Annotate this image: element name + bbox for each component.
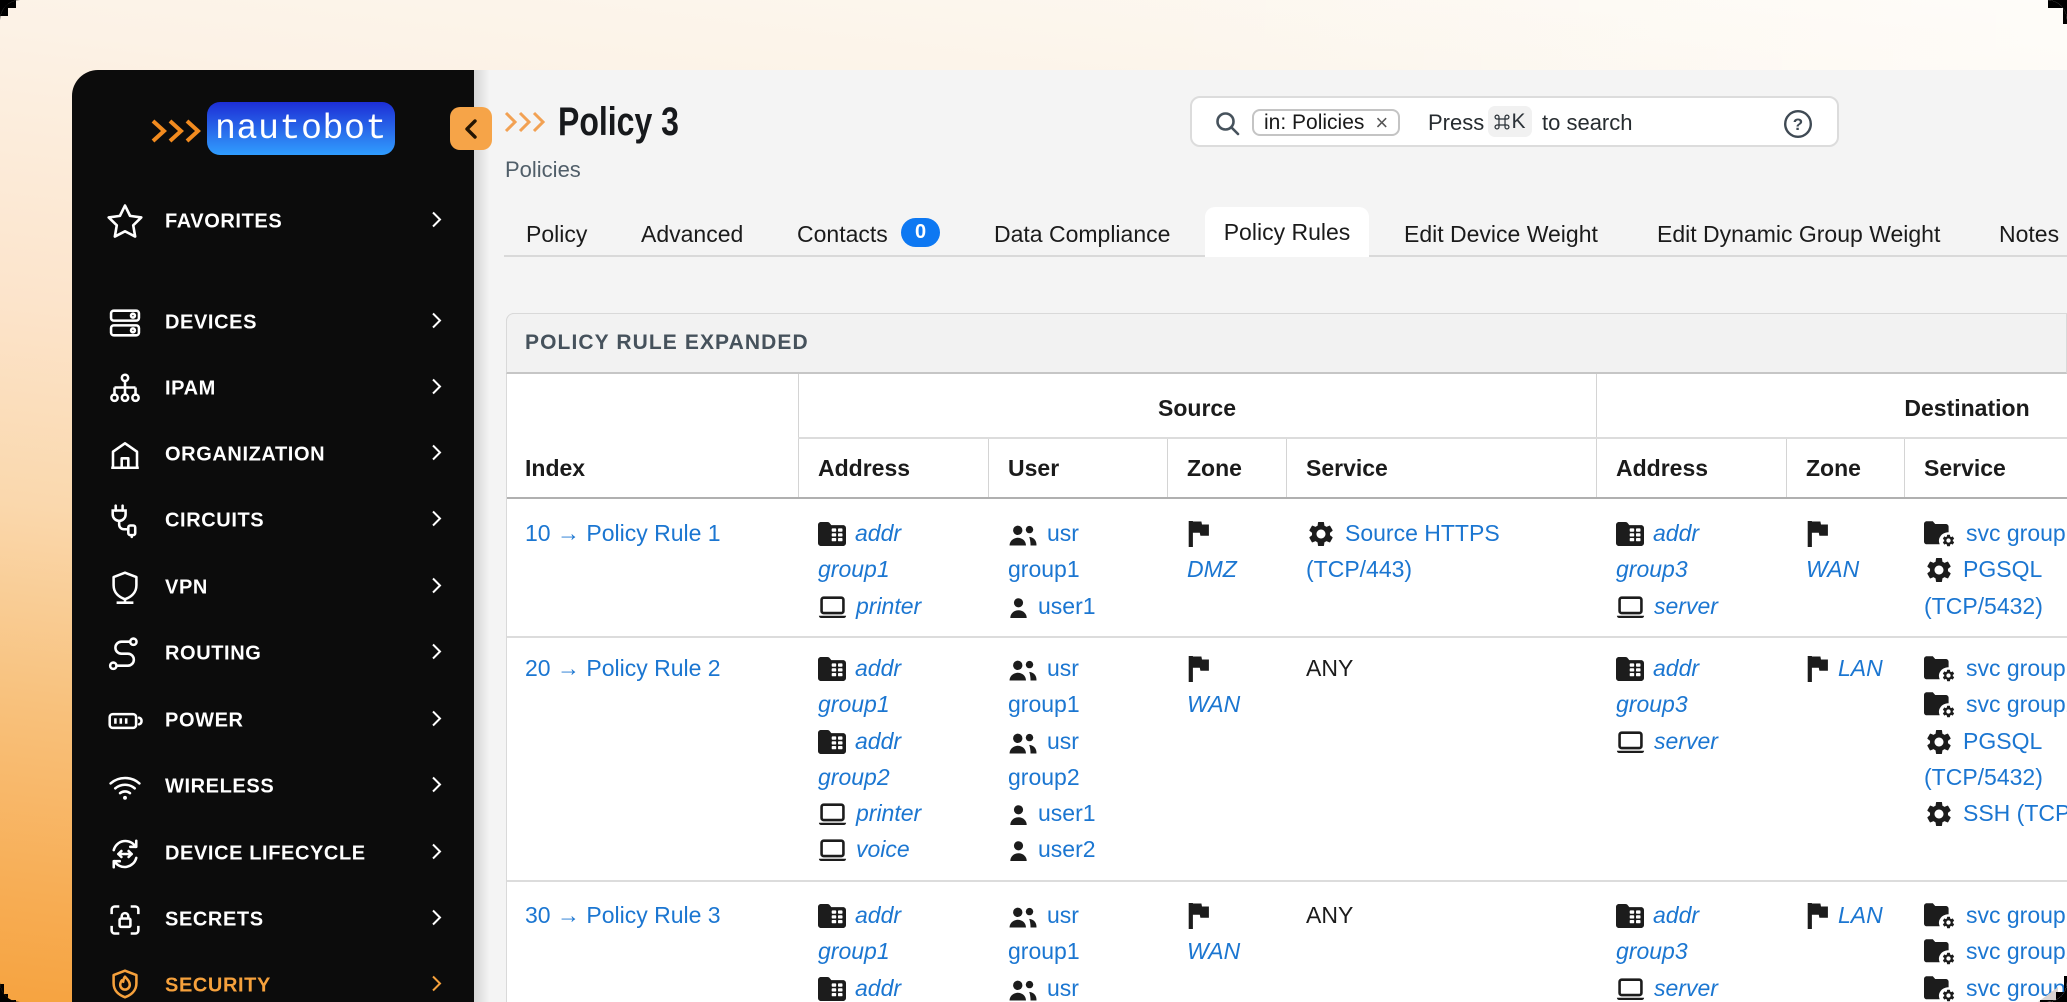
svg-text:?: ? xyxy=(1793,115,1803,134)
